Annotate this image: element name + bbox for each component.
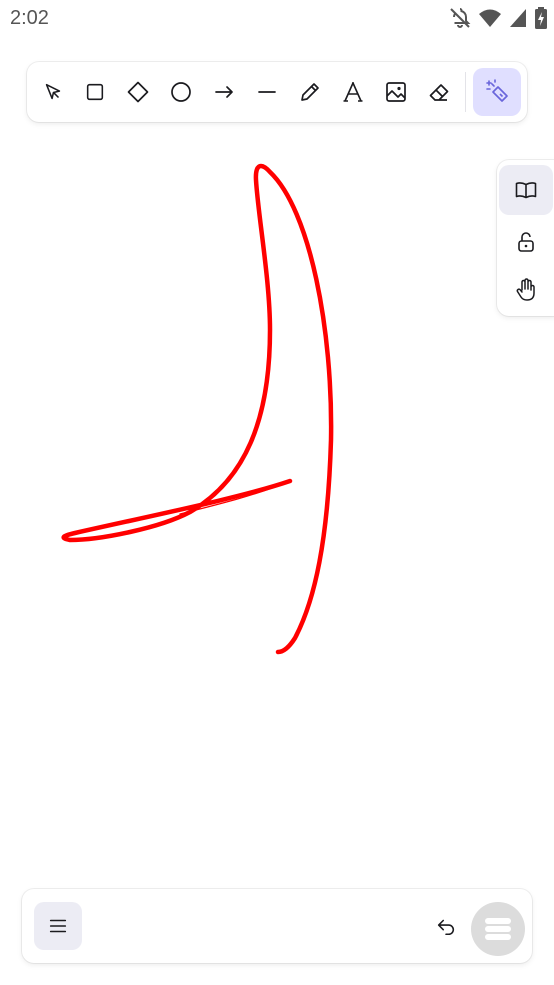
wifi-icon (478, 6, 502, 30)
tool-diamond[interactable] (116, 70, 160, 114)
pointer-icon (45, 83, 61, 100)
tool-ellipse[interactable] (159, 70, 203, 114)
undo-icon (437, 919, 455, 936)
notifications-off-icon (448, 6, 472, 30)
battery-charging-icon (534, 6, 548, 30)
tool-selection[interactable] (31, 70, 75, 114)
status-bar: 2:02 (0, 0, 554, 38)
main-menu-button[interactable] (34, 902, 82, 950)
tool-eraser[interactable] (417, 70, 461, 114)
ellipse-icon (171, 82, 191, 102)
hamburger-menu-icon (49, 919, 67, 933)
tool-line[interactable] (245, 70, 289, 114)
freehand-stroke[interactable] (61, 163, 334, 655)
tool-rectangle[interactable] (73, 70, 117, 114)
text-icon (343, 82, 363, 102)
toolbar (27, 62, 527, 122)
status-icons (448, 6, 548, 30)
eraser-icon (429, 84, 449, 101)
toolbar-divider (465, 72, 466, 112)
image-icon (386, 82, 406, 102)
arrow-right-icon (215, 86, 233, 98)
tool-draw[interactable] (288, 70, 332, 114)
laser-pointer-icon (486, 79, 508, 102)
undo-button[interactable] (426, 906, 466, 946)
tool-arrow[interactable] (202, 70, 246, 114)
status-time: 2:02 (10, 7, 49, 29)
diamond-icon (127, 81, 149, 103)
pencil-icon (301, 83, 319, 101)
line-icon (258, 91, 276, 93)
bottom-bar (22, 889, 532, 963)
fab-menu-button[interactable] (471, 902, 525, 956)
cell-signal-icon (508, 6, 528, 30)
tool-image[interactable] (374, 70, 418, 114)
stack-menu-icon (485, 918, 511, 940)
rectangle-icon (86, 83, 104, 101)
tool-text[interactable] (331, 70, 375, 114)
tool-laser[interactable] (473, 68, 521, 116)
drawing-canvas[interactable] (0, 130, 554, 880)
